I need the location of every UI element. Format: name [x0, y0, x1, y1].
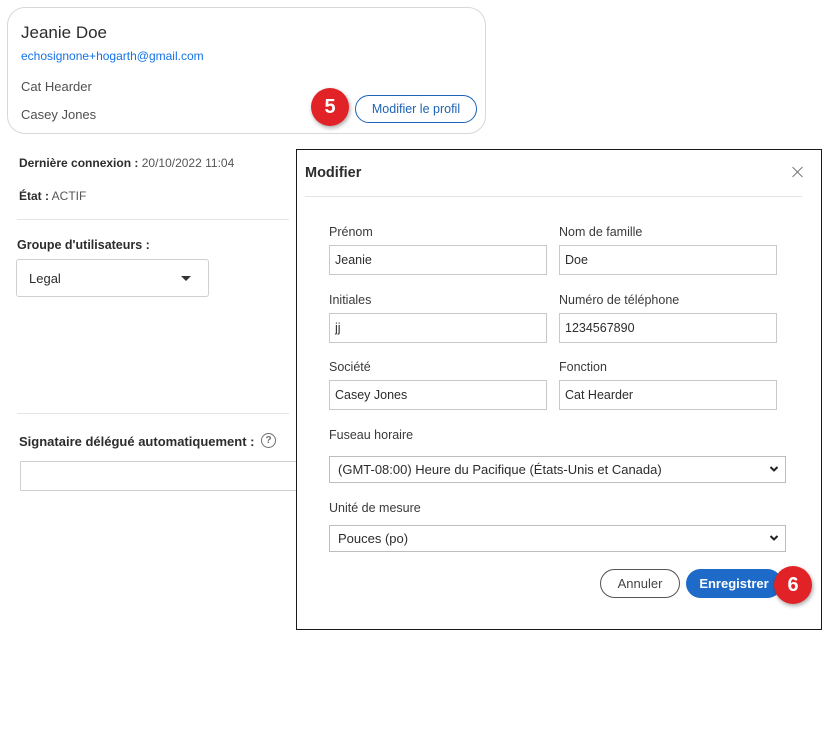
user-group-selected: Legal [29, 270, 61, 286]
last-name-label: Nom de famille [559, 225, 643, 239]
cancel-button[interactable]: Annuler [600, 569, 680, 598]
caret-down-icon [181, 276, 191, 281]
dialog-title: Modifier [305, 165, 362, 181]
phone-label: Numéro de téléphone [559, 293, 680, 307]
chevron-down-icon [769, 535, 779, 541]
last-login-label: Dernière connexion : [19, 156, 139, 170]
divider [17, 219, 289, 220]
last-name-input[interactable] [559, 245, 777, 275]
first-name-label: Prénom [329, 225, 373, 239]
auto-delegate-label: Signataire délégué automatiquement : [19, 434, 255, 449]
last-login-info: Dernière connexion : 20/10/2022 11:04 [19, 156, 234, 170]
edit-profile-dialog: Modifier Prénom Nom de famille Initiales… [296, 149, 822, 630]
profile-job-title: Cat Hearder [21, 79, 92, 94]
profile-company: Casey Jones [21, 107, 97, 122]
company-input[interactable] [329, 380, 547, 410]
help-icon[interactable]: ? [261, 433, 276, 448]
profile-name: Jeanie Doe [21, 23, 108, 42]
phone-input[interactable] [559, 313, 777, 343]
state-label: État : [19, 189, 49, 203]
save-button[interactable]: Enregistrer [686, 569, 782, 598]
initials-input[interactable] [329, 313, 547, 343]
edit-profile-button[interactable]: Modifier le profil [355, 95, 477, 123]
last-login-value: 20/10/2022 11:04 [141, 156, 235, 170]
chevron-down-icon [769, 466, 779, 472]
timezone-select[interactable]: (GMT-08:00) Heure du Pacifique (États-Un… [329, 456, 786, 483]
company-label: Société [329, 360, 371, 374]
timezone-selected: (GMT-08:00) Heure du Pacifique (États-Un… [338, 462, 662, 477]
divider [17, 413, 289, 414]
close-icon[interactable] [791, 165, 805, 179]
profile-email[interactable]: echosignone+hogarth@gmail.com [21, 49, 204, 63]
user-group-label: Groupe d'utilisateurs : [17, 238, 150, 252]
timezone-label: Fuseau horaire [329, 428, 414, 442]
profile-card: Jeanie Doe echosignone+hogarth@gmail.com… [7, 7, 486, 134]
user-group-select[interactable]: Legal [16, 259, 209, 297]
job-title-input[interactable] [559, 380, 777, 410]
job-title-label: Fonction [559, 360, 607, 374]
first-name-input[interactable] [329, 245, 547, 275]
state-info: État : ACTIF [19, 189, 86, 203]
unit-selected: Pouces (po) [338, 531, 409, 546]
state-value: ACTIF [51, 189, 87, 203]
auto-delegate-input[interactable] [20, 461, 296, 491]
step-badge-6: 6 [774, 566, 812, 604]
unit-select[interactable]: Pouces (po) [329, 525, 786, 552]
dialog-divider [305, 196, 802, 197]
initials-label: Initiales [329, 293, 372, 307]
step-badge-5: 5 [311, 88, 349, 126]
unit-label: Unité de mesure [329, 501, 421, 515]
